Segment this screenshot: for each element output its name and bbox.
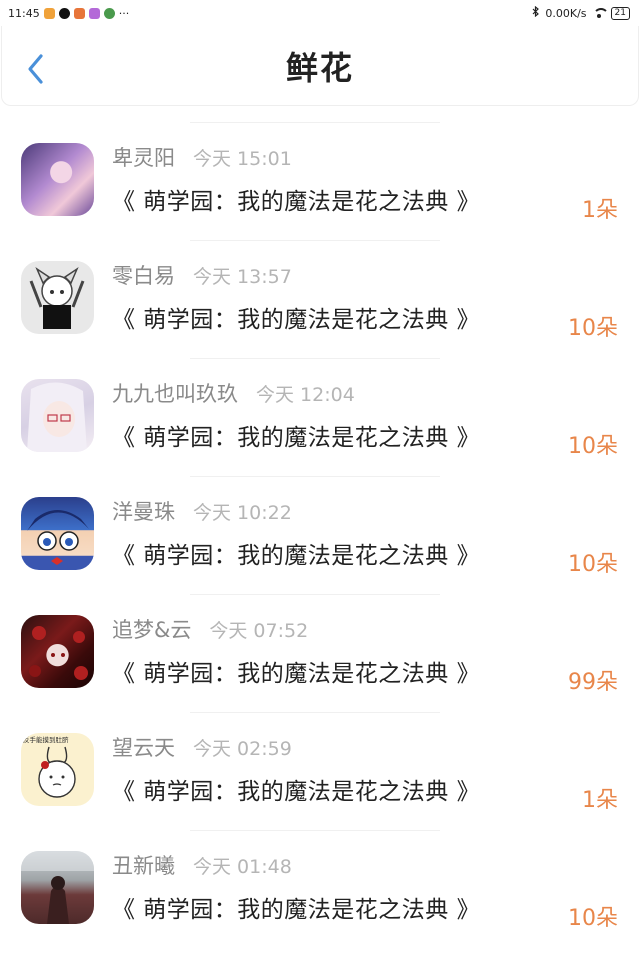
divider [190, 476, 440, 477]
list-item[interactable]: 反手能摸到肚脐 望云天 今天 02:59 《 萌学园：我的魔法是花之法典 》 1… [0, 710, 640, 828]
flower-count: 10朵 [568, 434, 618, 459]
avatar-illustration: 反手能摸到肚脐 [23, 735, 76, 798]
chevron-left-icon [28, 54, 43, 84]
user-name[interactable]: 洋曼珠 [112, 496, 175, 526]
meta-line: 丑新曦 今天 01:48 [112, 850, 640, 884]
avatar[interactable] [21, 378, 94, 452]
list-item[interactable]: 丑新曦 今天 01:48 《 萌学园：我的魔法是花之法典 》 10朵 [0, 828, 640, 946]
list-item[interactable]: 洋曼珠 今天 10:22 《 萌学园：我的魔法是花之法典 》 10朵 [0, 474, 640, 592]
flower-count: 10朵 [568, 552, 618, 577]
user-name[interactable]: 零白易 [112, 260, 175, 290]
divider [190, 122, 440, 123]
tiktok-icon [58, 7, 70, 19]
timestamp: 今天 01:48 [193, 856, 292, 878]
avatar-caption: 反手能摸到肚脐 [23, 735, 69, 744]
item-info: 九九也叫玖玖 今天 12:04 《 萌学园：我的魔法是花之法典 》 [112, 378, 640, 452]
avatar[interactable] [21, 260, 94, 334]
avatar-illustration [29, 266, 85, 329]
network-speed: 0.00K/s [545, 6, 587, 20]
meta-line: 追梦&云 今天 07:52 [112, 614, 640, 648]
avatar[interactable] [21, 850, 94, 924]
user-name[interactable]: 卑灵阳 [112, 142, 175, 172]
avatar-illustration [27, 509, 89, 565]
user-name[interactable]: 丑新曦 [112, 850, 175, 880]
user-name[interactable]: 追梦&云 [112, 614, 191, 644]
meta-line: 零白易 今天 13:57 [112, 260, 640, 294]
timestamp: 今天 13:57 [193, 266, 292, 288]
page-title: 鲜花 [285, 48, 354, 87]
timestamp: 今天 15:01 [193, 148, 292, 170]
item-info: 望云天 今天 02:59 《 萌学园：我的魔法是花之法典 》 [112, 732, 640, 806]
status-right: 0.00K/s 21 [532, 5, 630, 20]
list-item[interactable]: 零白易 今天 13:57 《 萌学园：我的魔法是花之法典 》 10朵 [0, 238, 640, 356]
book-title[interactable]: 《 萌学园：我的魔法是花之法典 》 [112, 300, 640, 334]
timestamp: 今天 02:59 [193, 738, 292, 760]
user-name[interactable]: 望云天 [112, 732, 175, 762]
list-item[interactable]: 卑灵阳 今天 15:01 《 萌学园：我的魔法是花之法典 》 1朵 [0, 120, 640, 238]
meta-line: 望云天 今天 02:59 [112, 732, 640, 766]
avatar-illustration [29, 625, 88, 680]
timestamp: 今天 12:04 [256, 384, 355, 406]
list-item[interactable]: 九九也叫玖玖 今天 12:04 《 萌学园：我的魔法是花之法典 》 10朵 [0, 356, 640, 474]
flower-count: 1朵 [582, 198, 618, 223]
item-info: 卑灵阳 今天 15:01 《 萌学园：我的魔法是花之法典 》 [112, 142, 640, 216]
notification-app-icon [103, 7, 115, 19]
flower-count: 99朵 [568, 670, 618, 695]
flower-count: 10朵 [568, 316, 618, 341]
avatar[interactable] [21, 614, 94, 688]
flower-gift-list: 卑灵阳 今天 15:01 《 萌学园：我的魔法是花之法典 》 1朵 零白易 今天… [0, 120, 640, 946]
avatar[interactable] [21, 496, 94, 570]
book-title[interactable]: 《 萌学园：我的魔法是花之法典 》 [112, 536, 640, 570]
status-time: 11:45 [8, 6, 40, 20]
more-notifications-icon: ··· [118, 6, 130, 20]
item-info: 洋曼珠 今天 10:22 《 萌学园：我的魔法是花之法典 》 [112, 496, 640, 570]
avatar-illustration [21, 850, 94, 924]
timestamp: 今天 10:22 [193, 502, 292, 524]
book-title[interactable]: 《 萌学园：我的魔法是花之法典 》 [112, 182, 640, 216]
divider [190, 240, 440, 241]
list-item[interactable]: 追梦&云 今天 07:52 《 萌学园：我的魔法是花之法典 》 99朵 [0, 592, 640, 710]
item-info: 追梦&云 今天 07:52 《 萌学园：我的魔法是花之法典 》 [112, 614, 640, 688]
timestamp: 今天 07:52 [209, 620, 309, 642]
wifi-icon [592, 8, 609, 18]
avatar[interactable]: 反手能摸到肚脐 [21, 732, 94, 806]
divider [190, 358, 440, 359]
status-left: 11:45 ··· [8, 7, 129, 20]
book-title[interactable]: 《 萌学园：我的魔法是花之法典 》 [112, 890, 640, 924]
meta-line: 卑灵阳 今天 15:01 [112, 142, 640, 176]
avatar[interactable] [21, 142, 94, 216]
notification-app-icon [43, 7, 55, 19]
back-button[interactable] [22, 52, 50, 86]
battery-icon: 21 [610, 6, 630, 20]
item-info: 零白易 今天 13:57 《 萌学园：我的魔法是花之法典 》 [112, 260, 640, 334]
avatar-illustration [27, 381, 87, 452]
flower-count: 1朵 [582, 788, 618, 813]
book-title[interactable]: 《 萌学园：我的魔法是花之法典 》 [112, 772, 640, 806]
flower-count: 10朵 [568, 906, 618, 931]
page-header: 鲜花 [1, 26, 639, 106]
status-bar: 11:45 ··· 0.00K/s 21 [0, 0, 640, 26]
book-title[interactable]: 《 萌学园：我的魔法是花之法典 》 [112, 418, 640, 452]
meta-line: 九九也叫玖玖 今天 12:04 [112, 378, 640, 412]
divider [190, 594, 440, 595]
user-name[interactable]: 九九也叫玖玖 [112, 378, 238, 408]
divider [190, 830, 440, 831]
divider [190, 712, 440, 713]
bluetooth-icon [532, 5, 540, 20]
meta-line: 洋曼珠 今天 10:22 [112, 496, 640, 530]
notification-app-icon [88, 7, 100, 19]
notification-app-icon [73, 7, 85, 19]
item-info: 丑新曦 今天 01:48 《 萌学园：我的魔法是花之法典 》 [112, 850, 640, 924]
book-title[interactable]: 《 萌学园：我的魔法是花之法典 》 [112, 654, 640, 688]
